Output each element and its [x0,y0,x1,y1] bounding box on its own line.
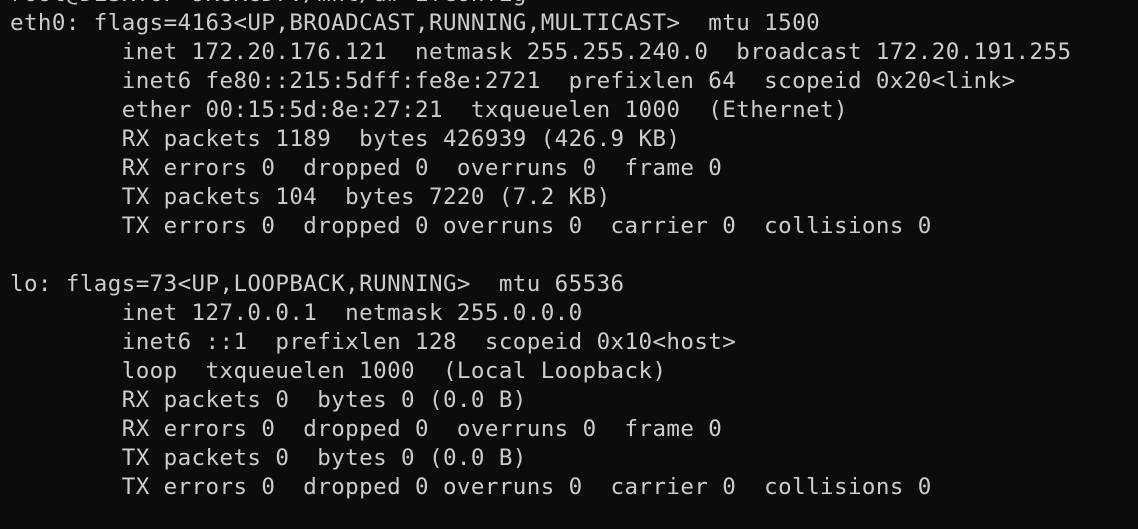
eth0-rx-errors-line: RX errors 0 dropped 0 overruns 0 frame 0 [10,155,723,181]
lo-tx-packets-line: TX packets 0 bytes 0 (0.0 B) [10,445,527,471]
eth0-inet-line: inet 172.20.176.121 netmask 255.255.240.… [10,39,1072,65]
lo-inet-line: inet 127.0.0.1 netmask 255.0.0.0 [10,300,583,326]
eth0-rx-packets-line: RX packets 1189 bytes 426939 (426.9 KB) [10,126,681,152]
terminal-output: root@DESKTOP-9KUKGD7:/mnt/d# ifconfig et… [10,0,1071,502]
lo-rx-errors-line: RX errors 0 dropped 0 overruns 0 frame 0 [10,416,723,442]
eth0-ether-line: ether 00:15:5d:8e:27:21 txqueuelen 1000 … [10,97,848,123]
lo-tx-errors-line: TX errors 0 dropped 0 overruns 0 carrier… [10,474,932,500]
command-prompt-line: root@DESKTOP-9KUKGD7:/mnt/d# ifconfig [10,0,1071,9]
eth0-inet6-line: inet6 fe80::215:5dff:fe8e:2721 prefixlen… [10,68,1016,94]
eth0-tx-packets-line: TX packets 104 bytes 7220 (7.2 KB) [10,184,611,210]
lo-loop-line: loop txqueuelen 1000 (Local Loopback) [10,358,667,384]
lo-rx-packets-line: RX packets 0 bytes 0 (0.0 B) [10,387,527,413]
lo-flags-line: lo: flags=73<UP,LOOPBACK,RUNNING> mtu 65… [10,271,625,297]
eth0-tx-errors-line: TX errors 0 dropped 0 overruns 0 carrier… [10,213,932,239]
lo-inet6-line: inet6 ::1 prefixlen 128 scopeid 0x10<hos… [10,329,737,355]
eth0-flags-line: eth0: flags=4163<UP,BROADCAST,RUNNING,MU… [10,10,821,36]
terminal-window[interactable]: root@DESKTOP-9KUKGD7:/mnt/d# ifconfig et… [0,0,1138,529]
